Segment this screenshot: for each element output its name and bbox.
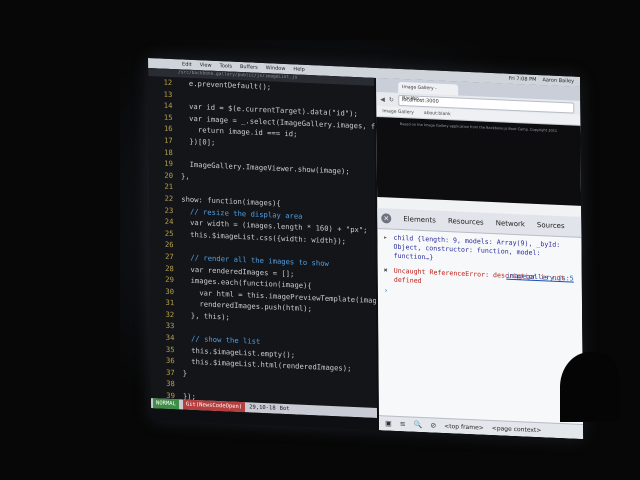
expand-triangle-icon[interactable]: ▸ <box>383 233 389 260</box>
clear-console-icon[interactable]: ⊘ <box>430 421 436 429</box>
error-icon: ✖ <box>383 266 388 275</box>
code-text: })[0]; <box>180 136 216 147</box>
reload-icon[interactable]: ↻ <box>389 96 394 103</box>
menu-tools[interactable]: Tools <box>220 63 232 70</box>
code-text: }, this); <box>182 310 230 322</box>
code-text: }, <box>180 171 190 181</box>
console-log-row[interactable]: ▸ child {length: 9, models: Array(9), _b… <box>383 233 575 268</box>
menu-window[interactable]: Window <box>266 65 286 72</box>
code-area[interactable]: 12 e.preventDefault(); 13 14 var id = $(e.… <box>148 76 378 411</box>
page-content: Based on the Image Gallery application f… <box>376 116 582 206</box>
devtools-panel: × Elements Resources Network Sources ▸ c… <box>377 208 584 440</box>
console-line: function…} <box>393 251 434 262</box>
menu-edit[interactable]: Edit <box>182 61 192 67</box>
context-selector[interactable]: <page context> <box>492 425 542 434</box>
close-icon[interactable]: × <box>381 213 392 224</box>
bookmark-image-gallery[interactable]: Image Gallery <box>382 109 414 115</box>
menubar-user[interactable]: Aaron Bailey <box>542 77 574 84</box>
tab-elements[interactable]: Elements <box>403 215 436 224</box>
tab-sources[interactable]: Sources <box>537 221 565 230</box>
back-icon[interactable]: ◀ <box>380 96 385 103</box>
browser-window: Image Gallery - Backbo... ◀ ↻ localhost:… <box>376 77 584 440</box>
browser-tab[interactable]: Image Gallery - Backbo... <box>398 81 459 102</box>
presenter-silhouette <box>560 352 620 422</box>
error-message-cont: defined <box>393 275 422 285</box>
frame-selector[interactable]: <top frame> <box>444 422 484 431</box>
tab-network[interactable]: Network <box>496 219 525 228</box>
dock-icon[interactable]: ▣ <box>385 419 392 427</box>
code-text: } <box>182 368 188 378</box>
tab-resources[interactable]: Resources <box>448 217 484 227</box>
projected-screen: Edit View Tools Buffers Window Help Fri … <box>148 58 584 440</box>
scroll-percent: Bot <box>279 405 290 413</box>
menu-help[interactable]: Help <box>293 66 304 73</box>
menubar-clock: Fri 7:08 PM <box>508 75 537 83</box>
console-output: ▸ child {length: 9, models: Array(9), _b… <box>377 229 582 307</box>
menu-buffers[interactable]: Buffers <box>240 64 258 71</box>
search-icon[interactable]: 🔍 <box>414 421 423 429</box>
vim-editor[interactable]: /src/backbone.gallery/public/js/imageLis… <box>148 68 378 419</box>
console-drawer-icon[interactable]: ≡ <box>400 420 406 428</box>
bookmark-about-blank[interactable]: about:blank <box>424 111 451 117</box>
menu-view[interactable]: View <box>200 62 212 69</box>
